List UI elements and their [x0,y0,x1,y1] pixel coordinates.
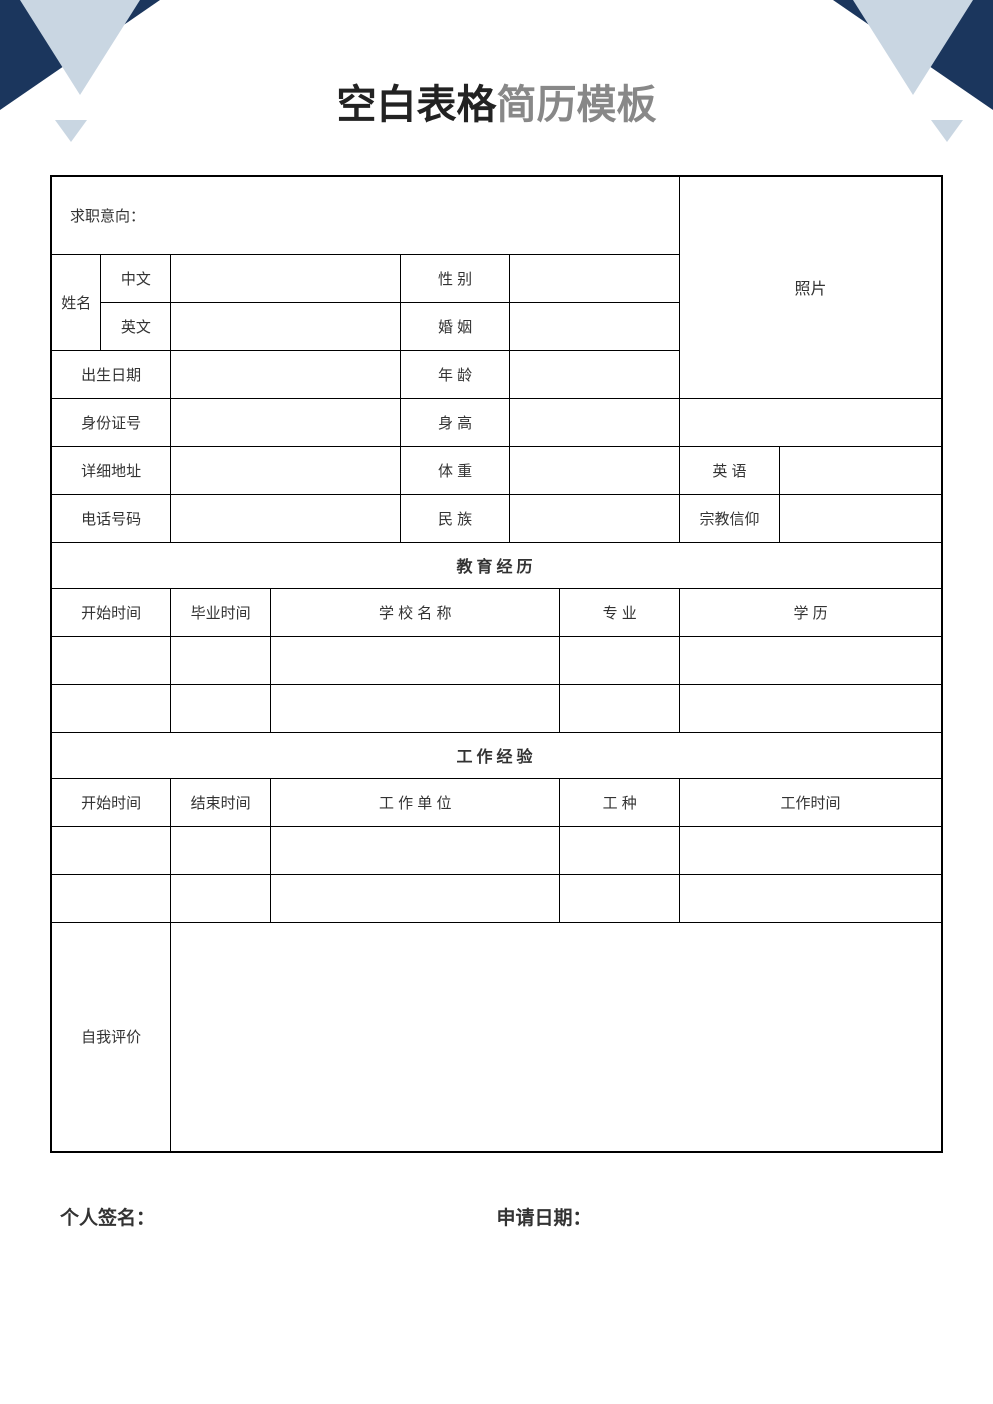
edu-end-value[interactable] [171,684,271,732]
birth-label: 出生日期 [51,350,171,398]
work-type-header: 工 种 [560,778,680,826]
edu-row [51,636,942,684]
resume-form-table: 求职意向： 照片 姓名 中文 性 别 英文 婚 姻 出生日期 年 龄 身份证号 … [50,175,943,1153]
edu-school-value[interactable] [271,684,560,732]
work-end-value[interactable] [171,874,271,922]
ethnicity-value[interactable] [510,494,680,542]
work-unit-value[interactable] [271,874,560,922]
marriage-value[interactable] [510,302,680,350]
blank-right-1 [680,398,942,446]
work-duration-header: 工作时间 [680,778,942,826]
work-type-value[interactable] [560,874,680,922]
application-date-label: 申请日期： [497,1203,934,1230]
address-label: 详细地址 [51,446,171,494]
title-light: 简历模板 [497,83,657,127]
edu-degree-value[interactable] [680,684,942,732]
weight-value[interactable] [510,446,680,494]
english-value[interactable] [779,446,942,494]
arrow-decoration-tl [55,120,87,142]
height-value[interactable] [510,398,680,446]
edu-start-header: 开始时间 [51,588,171,636]
edu-school-header: 学 校 名 称 [271,588,560,636]
work-end-header: 结束时间 [171,778,271,826]
work-section-header: 工作经验 [51,732,942,778]
marriage-label: 婚 姻 [400,302,510,350]
name-cn-label: 中文 [101,254,171,302]
address-value[interactable] [171,446,400,494]
english-label: 英 语 [680,446,780,494]
gender-label: 性 别 [400,254,510,302]
work-start-header: 开始时间 [51,778,171,826]
work-row [51,874,942,922]
work-type-value[interactable] [560,826,680,874]
weight-label: 体 重 [400,446,510,494]
edu-end-header: 毕业时间 [171,588,271,636]
footer: 个人签名： 申请日期： [0,1153,993,1230]
edu-start-value[interactable] [51,684,171,732]
gender-value[interactable] [510,254,680,302]
phone-label: 电话号码 [51,494,171,542]
name-label: 姓名 [51,254,101,350]
work-start-value[interactable] [51,826,171,874]
job-intent-cell[interactable]: 求职意向： [51,176,680,254]
self-eval-value[interactable] [171,922,942,1152]
birth-value[interactable] [171,350,400,398]
work-duration-value[interactable] [680,874,942,922]
edu-start-value[interactable] [51,636,171,684]
work-end-value[interactable] [171,826,271,874]
edu-school-value[interactable] [271,636,560,684]
title-dark: 空白表格 [337,83,497,127]
corner-decoration-tl-inner [20,0,140,95]
work-unit-value[interactable] [271,826,560,874]
photo-cell[interactable]: 照片 [680,176,942,398]
edu-major-header: 专 业 [560,588,680,636]
education-section-header: 教育经历 [51,542,942,588]
self-eval-label: 自我评价 [51,922,171,1152]
religion-value[interactable] [779,494,942,542]
name-cn-value[interactable] [171,254,400,302]
work-duration-value[interactable] [680,826,942,874]
name-en-value[interactable] [171,302,400,350]
edu-row [51,684,942,732]
ethnicity-label: 民 族 [400,494,510,542]
name-en-label: 英文 [101,302,171,350]
signature-label: 个人签名： [60,1203,497,1230]
work-start-value[interactable] [51,874,171,922]
edu-major-value[interactable] [560,684,680,732]
work-unit-header: 工 作 单 位 [271,778,560,826]
edu-end-value[interactable] [171,636,271,684]
age-label: 年 龄 [400,350,510,398]
edu-degree-header: 学 历 [680,588,942,636]
idno-label: 身份证号 [51,398,171,446]
edu-degree-value[interactable] [680,636,942,684]
job-intent-label: 求职意向： [70,208,145,225]
corner-decoration-tr-inner [853,0,973,95]
religion-label: 宗教信仰 [680,494,780,542]
height-label: 身 高 [400,398,510,446]
edu-major-value[interactable] [560,636,680,684]
work-row [51,826,942,874]
age-value[interactable] [510,350,680,398]
idno-value[interactable] [171,398,400,446]
phone-value[interactable] [171,494,400,542]
arrow-decoration-tr [931,120,963,142]
